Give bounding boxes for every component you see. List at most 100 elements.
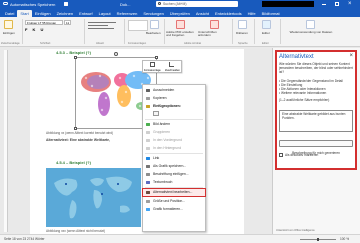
title-bar: Automatisches Speichern Dok... Suchen (A…: [0, 0, 360, 9]
autosave-toggle[interactable]: [3, 2, 8, 5]
create-pdf-label: Adobe PDF erstellen und freigeben: [166, 30, 194, 38]
bring-forward-icon: [146, 139, 150, 142]
close-icon[interactable]: ×: [348, 0, 352, 8]
maximize-icon[interactable]: [335, 2, 339, 6]
reuse-files-button[interactable]: [306, 20, 315, 29]
menu-item-link[interactable]: Link: [143, 155, 205, 162]
tab-entwurf[interactable]: Entwurf: [76, 10, 96, 17]
menu-item-change-picture[interactable]: Bild ändern: [143, 121, 205, 128]
save-icon[interactable]: [64, 2, 68, 6]
search-icon: [158, 2, 161, 5]
alt-text-icon: [146, 191, 150, 194]
size-position-icon: [146, 200, 150, 203]
save-picture-icon: [146, 165, 150, 168]
tab-bildformat[interactable]: Bildformat: [259, 10, 283, 17]
scissors-icon: [146, 89, 150, 92]
menu-item-format-picture[interactable]: Grafik formatieren...: [143, 206, 205, 213]
context-menu: Ausschneiden Kopieren Einfügeoptionen: B…: [142, 84, 206, 232]
tab-zeichnen[interactable]: Zeichnen: [54, 10, 76, 17]
reuse-files-label: Wiederverwendung von Dateien: [289, 30, 333, 34]
autosave-label: Automatisches Speichern: [10, 2, 56, 7]
search-box[interactable]: Suchen (Alt+M): [156, 1, 238, 7]
heading-example-1: 4.5.3 – Beispiel (?): [56, 50, 91, 55]
dictate-button[interactable]: [238, 20, 247, 29]
tab-ansicht[interactable]: Ansicht: [193, 10, 212, 17]
status-bar: Seite 18 von 23 2744 Wörter Unterstützt …: [0, 229, 360, 243]
paste-button[interactable]: [4, 20, 13, 29]
tab-überprüfen[interactable]: Überprüfen: [167, 10, 193, 17]
editor-button[interactable]: [262, 20, 271, 29]
generate-description-button[interactable]: Beschreibung für mich generieren: [279, 140, 353, 155]
image-icon: [146, 123, 150, 126]
zoom-slider-thumb[interactable]: [317, 238, 319, 241]
alt-text-textbox[interactable]: Eine abstrakte Weltkarte gebildet aus bu…: [279, 110, 353, 132]
document-name: Dok...: [120, 2, 131, 7]
crop-button[interactable]: Zuschneiden: [165, 69, 180, 72]
menu-item-wrap-text[interactable]: Textumbruch: [143, 179, 205, 186]
menu-item-edit-alt-text[interactable]: Alternativtext bearbeiten...: [142, 188, 206, 197]
menu-item-send-backward: In den Hintergrund: [143, 145, 205, 152]
rotate-handle-icon[interactable]: [114, 52, 118, 56]
blue-world-map-image[interactable]: [46, 168, 141, 227]
pane-help-text: (1–2 ausführliche Sätze empfohlen): [279, 98, 330, 102]
tab-datei[interactable]: Datei: [2, 10, 17, 17]
alt-text-pane-highlight: Alternativtext × Wie würden Sie dieses O…: [275, 50, 357, 170]
resize-handle[interactable]: [74, 56, 77, 59]
caption-icon: [146, 173, 150, 176]
request-signature-button[interactable]: [210, 20, 219, 29]
link-icon: [146, 157, 150, 160]
style-icon[interactable]: [150, 62, 155, 67]
menu-item-cut[interactable]: Ausschneiden: [143, 87, 205, 94]
tab-referenzen[interactable]: Referenzen: [114, 10, 141, 17]
font-size-select[interactable]: 11: [64, 20, 71, 25]
menu-item-bring-forward: In den Vordergrund: [143, 137, 205, 144]
tab-start[interactable]: Start: [17, 10, 32, 17]
zoom-slider[interactable]: [300, 238, 336, 241]
tab-entwicklertools[interactable]: Entwicklertools: [212, 10, 245, 17]
pane-close-icon[interactable]: ×: [349, 53, 353, 59]
menu-item-insert-caption[interactable]: Beschriftung einfügen...: [143, 171, 205, 178]
resize-handle[interactable]: [155, 56, 158, 59]
paste-option-button[interactable]: [153, 111, 159, 116]
paste-icon: [146, 105, 150, 108]
font-size-value: 11: [66, 21, 70, 25]
decorative-label: Als dekorativ markieren: [285, 153, 319, 157]
tab-einfügen[interactable]: Einfügen: [32, 10, 54, 17]
menu-item-save-as-picture[interactable]: Als Grafik speichern...: [143, 163, 205, 170]
font-name-select[interactable]: Frutiger LT 55 Roman: [25, 20, 63, 25]
account-redacted: [262, 1, 314, 7]
menu-item-paste-options: Einfügeoptionen:: [143, 103, 205, 110]
paragraph-group: [88, 20, 120, 32]
edit-label: Bearbeiten: [146, 31, 161, 35]
document-page[interactable]: 4.5.3 – Beispiel (?) Formatvorlage Zusch…: [30, 49, 244, 234]
blue-map-icon: [54, 176, 132, 219]
status-intelligence: Unterstützt von Office Intelligence: [276, 229, 315, 232]
decorative-checkbox[interactable]: [279, 153, 283, 157]
group-icon: [146, 131, 150, 134]
resize-handle[interactable]: [74, 127, 77, 130]
crop-icon[interactable]: [169, 62, 174, 67]
image-mini-toolbar: Formatvorlage Zuschneiden: [142, 60, 182, 73]
format-picture-icon: [146, 208, 150, 211]
style-button[interactable]: Formatvorlage: [144, 69, 161, 72]
create-pdf-button[interactable]: [176, 20, 185, 29]
styles-gallery[interactable]: [128, 20, 148, 31]
menu-item-copy[interactable]: Kopieren: [143, 95, 205, 102]
tab-hilfe[interactable]: Hilfe: [245, 10, 259, 17]
send-backward-icon: [146, 147, 150, 150]
edit-button[interactable]: [150, 20, 159, 29]
ribbon-tabs: Datei Start Einfügen Zeichnen Entwurf Layout R…: [0, 9, 360, 17]
ribbon-group-labels: Zwischenablage Schriftart Absatz Formatv…: [1, 42, 269, 45]
vertical-ruler: [4, 50, 8, 232]
wrap-text-icon: [146, 181, 150, 184]
tab-layout[interactable]: Layout: [96, 10, 114, 17]
menu-item-size-position[interactable]: Größe und Position...: [143, 198, 205, 205]
minimize-icon[interactable]: [322, 4, 326, 5]
pane-title: Alternativtext: [279, 54, 314, 60]
tab-sendungen[interactable]: Sendungen: [140, 10, 166, 17]
caption-1: Abbildung xx (wenn Alttext korrekt benut…: [46, 131, 114, 135]
format-buttons[interactable]: F K U: [25, 27, 45, 32]
zoom-level[interactable]: 100 %: [340, 237, 349, 241]
font-name-value: Frutiger LT 55 Roman: [27, 21, 57, 25]
status-left: Seite 18 von 23 2744 Wörter: [4, 237, 45, 241]
